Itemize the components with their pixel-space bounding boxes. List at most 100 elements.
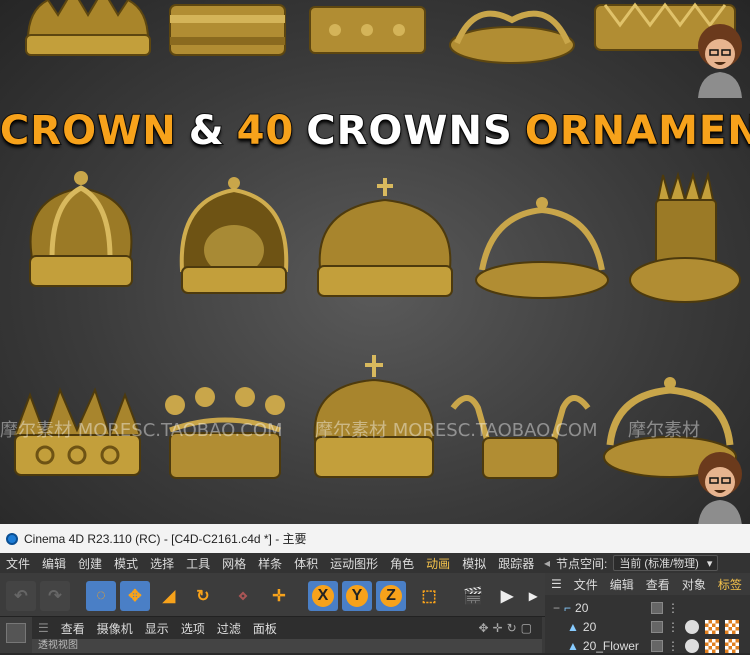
move-tool-button[interactable]: ✥ bbox=[120, 581, 150, 611]
crown-icon bbox=[12, 168, 150, 300]
watermark-text: 摩尔素材 bbox=[628, 420, 700, 441]
object-manager: ☰ 文件 编辑 查看 对象 标签 − ⌐ 20 ⋮ ▲ 20 ⋮ ▲ 20_Fl… bbox=[545, 573, 750, 653]
banner-headline: 20 CROWN & 40 CROWNS ORNAMENTS bbox=[0, 98, 750, 164]
menu-mograph[interactable]: 运动图形 bbox=[324, 555, 384, 572]
null-object-icon: ⌐ bbox=[564, 600, 572, 615]
render-picture-icon[interactable]: ▶ bbox=[492, 581, 522, 611]
headline-ampersand: & bbox=[188, 107, 225, 155]
crown-icon bbox=[445, 0, 580, 70]
view-menu-panel[interactable]: 面板 bbox=[247, 620, 283, 637]
obj-menu-file[interactable]: 文件 bbox=[568, 576, 604, 593]
hamburger-icon[interactable]: ☰ bbox=[545, 577, 568, 591]
edit-toggle-icon[interactable] bbox=[651, 620, 663, 633]
scale-tool-button[interactable]: ◢ bbox=[154, 581, 184, 611]
edit-toggle-icon[interactable] bbox=[651, 601, 663, 614]
snap-icon[interactable]: ⋄ bbox=[228, 581, 258, 611]
visibility-dots-icon[interactable]: ⋮ bbox=[667, 620, 679, 634]
cartoon-avatar-icon bbox=[688, 24, 750, 98]
left-tool-strip bbox=[0, 617, 32, 653]
node-space-label: 节点空间: bbox=[556, 556, 608, 571]
object-row[interactable]: ▲ 20 ⋮ bbox=[545, 617, 750, 636]
obj-menu-object[interactable]: 对象 bbox=[676, 576, 712, 593]
view-menu-camera[interactable]: 摄像机 bbox=[91, 620, 139, 637]
world-axis-button[interactable]: ✛ bbox=[264, 581, 294, 611]
texture-tag-icon[interactable] bbox=[725, 619, 739, 634]
visibility-dots-icon[interactable]: ⋮ bbox=[667, 639, 679, 653]
axis-x-label: X bbox=[312, 585, 334, 607]
crown-ad-banner: 20 CROWN & 40 CROWNS ORNAMENTS 摩尔素材 MORE… bbox=[0, 0, 750, 524]
view-menu-options[interactable]: 选项 bbox=[175, 620, 211, 637]
node-space-bar: ◂ 节点空间: 当前 (标准/物理) ▾ bbox=[540, 553, 750, 573]
headline-crowns: CROWNS bbox=[305, 107, 513, 155]
headline-ornaments: ORNAMENTS bbox=[524, 107, 750, 155]
hamburger-icon[interactable]: ☰ bbox=[32, 621, 55, 635]
crown-icon bbox=[628, 170, 743, 310]
axis-z-label: Z bbox=[380, 585, 402, 607]
view-menu-view[interactable]: 查看 bbox=[55, 620, 91, 637]
axis-z-button[interactable]: Z bbox=[376, 581, 406, 611]
coordinate-system-icon[interactable]: ⬚ bbox=[414, 581, 444, 611]
obj-menu-view[interactable]: 查看 bbox=[640, 576, 676, 593]
menu-character[interactable]: 角色 bbox=[384, 555, 420, 572]
object-row[interactable]: ▲ 20_Flower ⋮ bbox=[545, 636, 750, 655]
visibility-dots-icon[interactable]: ⋮ bbox=[667, 601, 679, 615]
obj-menu-edit[interactable]: 编辑 bbox=[604, 576, 640, 593]
undo-button[interactable]: ↶ bbox=[6, 581, 36, 611]
render-settings-icon[interactable]: ▸ bbox=[526, 581, 540, 611]
axis-y-label: Y bbox=[346, 585, 368, 607]
expand-icon[interactable]: − bbox=[553, 601, 560, 615]
headline-count-40: 40 bbox=[236, 107, 295, 155]
viewport-menubar: ☰ 查看 摄像机 显示 选项 过滤 面板 ✥✛↻▢ bbox=[32, 617, 542, 639]
material-tag-icon[interactable] bbox=[685, 619, 699, 634]
viewport-nav-icons[interactable]: ✥✛↻▢ bbox=[478, 621, 542, 635]
collapse-arrow-icon[interactable]: ◂ bbox=[544, 556, 550, 570]
menu-spline[interactable]: 样条 bbox=[252, 555, 288, 572]
menu-tools[interactable]: 工具 bbox=[180, 555, 216, 572]
node-space-select[interactable]: 当前 (标准/物理) ▾ bbox=[613, 555, 719, 571]
texture-tag-icon[interactable] bbox=[705, 619, 719, 634]
headline-crown: CROWN bbox=[0, 107, 177, 155]
menu-simulate[interactable]: 模拟 bbox=[456, 555, 492, 572]
menu-mode[interactable]: 模式 bbox=[108, 555, 144, 572]
rotate-tool-button[interactable]: ↻ bbox=[188, 581, 218, 611]
edit-toggle-icon[interactable] bbox=[651, 639, 663, 652]
crown-icon bbox=[310, 178, 460, 306]
cube-icon[interactable] bbox=[6, 623, 26, 643]
cinema4d-window: Cinema 4D R23.110 (RC) - [C4D-C2161.c4d … bbox=[0, 524, 750, 653]
menu-animate[interactable]: 动画 bbox=[420, 555, 456, 572]
selection-tool-button[interactable]: ◌ bbox=[86, 581, 116, 611]
axis-x-button[interactable]: X bbox=[308, 581, 338, 611]
menu-mesh[interactable]: 网格 bbox=[216, 555, 252, 572]
object-name: 20_Flower bbox=[582, 638, 639, 653]
crown-icon bbox=[305, 0, 430, 65]
object-name: 20 bbox=[575, 600, 589, 615]
crown-icon bbox=[170, 175, 298, 307]
crown-icon bbox=[165, 0, 290, 65]
texture-tag-icon[interactable] bbox=[725, 638, 739, 653]
object-row[interactable]: − ⌐ 20 ⋮ bbox=[545, 598, 750, 617]
obj-menu-tags[interactable]: 标签 bbox=[712, 576, 748, 593]
menu-tracker[interactable]: 跟踪器 bbox=[492, 555, 540, 572]
menu-create[interactable]: 创建 bbox=[72, 555, 108, 572]
joint-object-icon: ▲ bbox=[567, 638, 579, 653]
node-space-value: 当前 (标准/物理) bbox=[619, 558, 699, 570]
menu-select[interactable]: 选择 bbox=[144, 555, 180, 572]
watermark-text: 摩尔素材 MORESC.TAOBAO.COM bbox=[0, 420, 283, 441]
view-menu-display[interactable]: 显示 bbox=[139, 620, 175, 637]
render-view-icon[interactable]: 🎬 bbox=[458, 581, 488, 611]
redo-button[interactable]: ↷ bbox=[40, 581, 70, 611]
crown-icon bbox=[18, 0, 158, 60]
cartoon-avatar-icon bbox=[688, 452, 750, 524]
axis-y-button[interactable]: Y bbox=[342, 581, 372, 611]
view-menu-filter[interactable]: 过滤 bbox=[211, 620, 247, 637]
object-name: 20 bbox=[582, 619, 597, 634]
object-manager-menubar: ☰ 文件 编辑 查看 对象 标签 bbox=[545, 573, 750, 595]
menu-edit[interactable]: 编辑 bbox=[36, 555, 72, 572]
menu-file[interactable]: 文件 bbox=[0, 555, 36, 572]
texture-tag-icon[interactable] bbox=[705, 638, 719, 653]
material-tag-icon[interactable] bbox=[685, 638, 699, 653]
viewport-title: 透视视图 bbox=[32, 639, 542, 653]
chevron-down-icon: ▾ bbox=[706, 557, 713, 570]
cinema4d-logo-icon bbox=[6, 532, 18, 545]
menu-volume[interactable]: 体积 bbox=[288, 555, 324, 572]
